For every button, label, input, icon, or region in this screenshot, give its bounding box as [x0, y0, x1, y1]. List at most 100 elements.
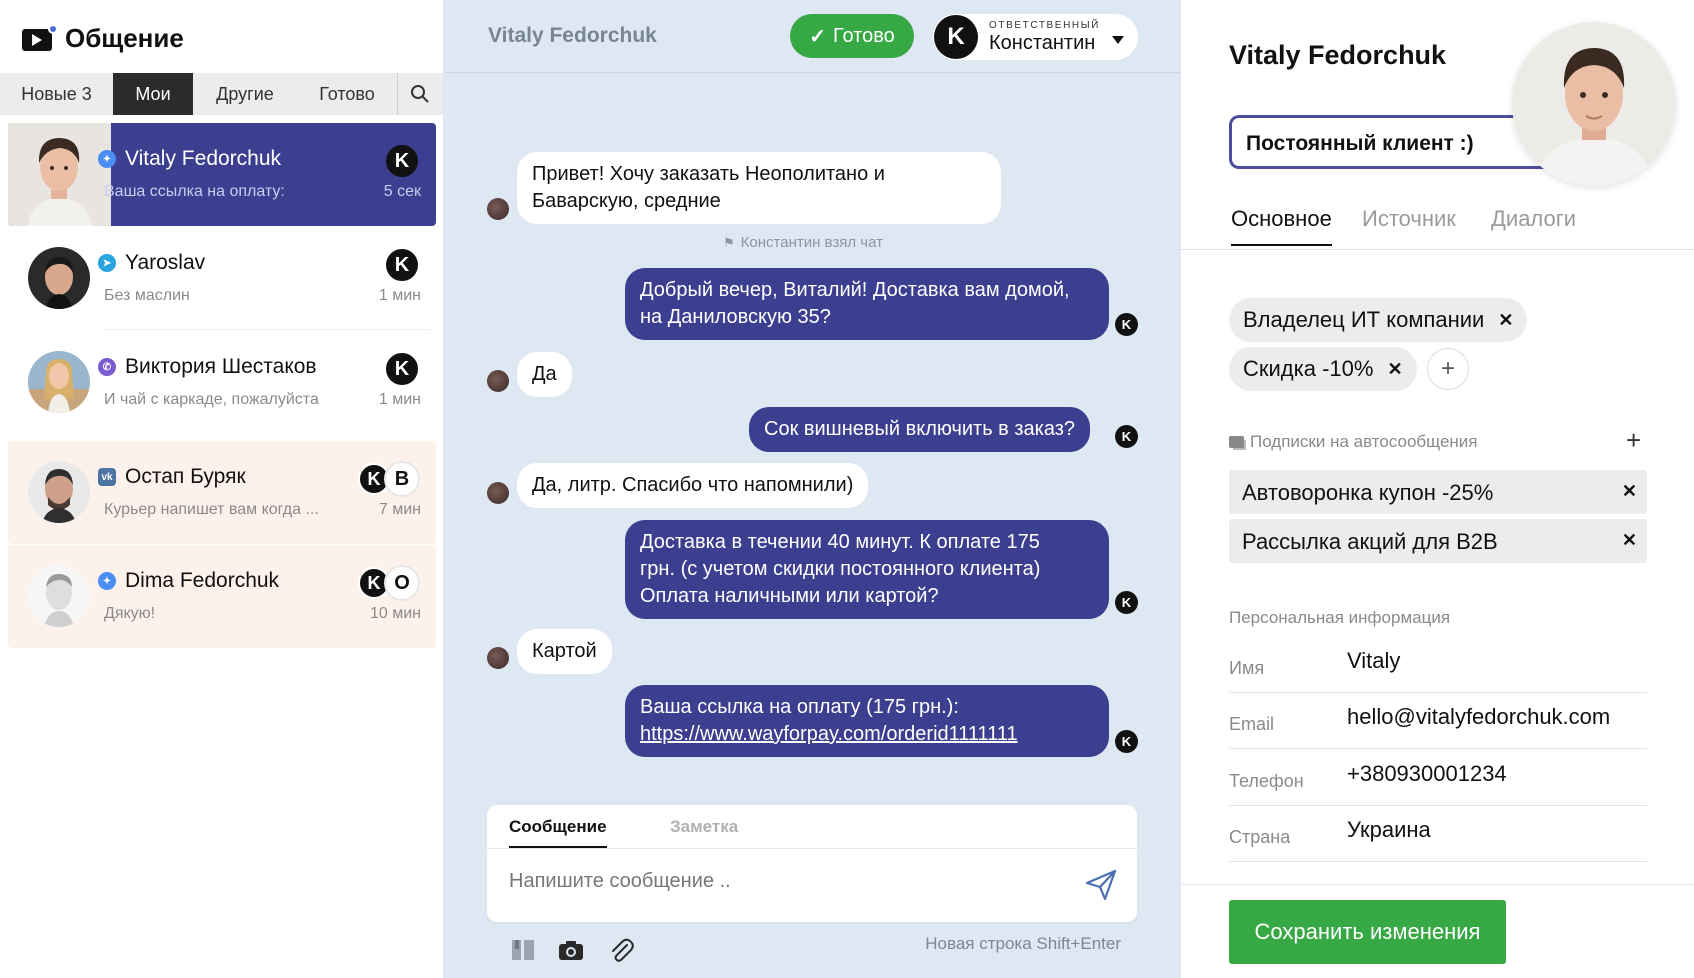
country-field[interactable]: [1347, 817, 1647, 843]
contact-details-panel: Vitaly Fedorchuk Постоянный клиент :) Ос…: [1181, 0, 1694, 978]
chat-name: Виктория Шестаков: [125, 355, 317, 378]
message-bubble-incoming: Привет! Хочу заказать Неополитано и Бава…: [517, 152, 1001, 224]
tab-new[interactable]: Новые 3: [0, 73, 113, 115]
subscriptions-title-text: Подписки на автосообщения: [1250, 432, 1478, 451]
app-title: Общение: [65, 22, 184, 53]
avatar: [28, 461, 90, 523]
messenger-icon: ✦: [98, 150, 116, 168]
avatar: [8, 123, 111, 226]
subscriptions-title: Подписки на автосообщения: [1229, 432, 1477, 452]
tag-chip[interactable]: Скидка -10% ✕: [1229, 347, 1417, 391]
save-button[interactable]: Сохранить изменения: [1229, 900, 1506, 964]
email-field[interactable]: [1347, 704, 1647, 730]
close-icon[interactable]: ✕: [1387, 359, 1402, 380]
conversation-header: Vitaly Fedorchuk ✓ Готово K ОТВЕТСТВЕННЫ…: [443, 0, 1181, 73]
divider: [1181, 884, 1694, 885]
field-label: Страна: [1229, 827, 1291, 847]
chat-preview: Дякую!: [104, 605, 156, 622]
message-input[interactable]: [509, 870, 1049, 893]
chat-list-item[interactable]: ✦ Dima Fedorchuk Дякую! 10 мин K O: [8, 545, 436, 648]
responsible-dropdown[interactable]: K ОТВЕТСТВЕННЫЙ Константин: [933, 14, 1138, 60]
payment-link[interactable]: https://www.wayforpay.com/orderid1111111: [640, 723, 1018, 745]
contact-avatar-small: [487, 647, 509, 669]
tab-note[interactable]: Заметка: [670, 817, 738, 837]
chat-list-item[interactable]: ➤ Yaroslav Без маслин 1 мин K: [8, 227, 436, 330]
field-label: Email: [1229, 714, 1275, 734]
viber-icon: ✆: [98, 358, 116, 376]
send-icon[interactable]: [1083, 867, 1119, 903]
avatar: [28, 351, 90, 413]
system-note: ⚑ Константин взял чат: [723, 234, 883, 251]
tab-message[interactable]: Сообщение: [509, 817, 607, 848]
attachment-icon[interactable]: [607, 936, 635, 964]
tab-done[interactable]: Готово: [297, 73, 397, 115]
name-field[interactable]: [1347, 648, 1647, 674]
chat-preview: Курьер напишет вам когда ...: [104, 501, 319, 518]
message-bubble-outgoing: Доставка в течении 40 минут. К оплате 17…: [625, 520, 1109, 619]
app-window: Общение Новые 3 Мои Другие Готово ✦ Vita…: [0, 0, 1694, 978]
tab-dialogs[interactable]: Диалоги: [1491, 206, 1576, 232]
message-text: Привет! Хочу заказать Неополитано и: [532, 163, 885, 185]
field-label: Имя: [1229, 658, 1265, 678]
search-icon: [410, 85, 429, 103]
chat-time: 7 мин: [378, 501, 421, 518]
check-icon: ✓: [809, 25, 826, 48]
operator-avatar-small: K: [1115, 730, 1138, 753]
contact-avatar-small: [487, 198, 509, 220]
tab-main[interactable]: Основное: [1231, 206, 1332, 246]
done-button-label: Готово: [833, 24, 895, 47]
chat-name: Vitaly Fedorchuk: [125, 147, 282, 170]
tab-mine[interactable]: Мои: [113, 73, 193, 115]
subscription-label: Автоворонка купон -25%: [1242, 480, 1494, 505]
message-bubble-outgoing: Сок вишневый включить в заказ?: [749, 407, 1091, 452]
chat-time: 10 мин: [369, 605, 421, 622]
chat-list-item[interactable]: ✦ Vitaly Fedorchuk Ваша ссылка на оплату…: [8, 123, 436, 226]
field-label: Телефон: [1229, 771, 1304, 791]
tab-source[interactable]: Источник: [1362, 206, 1456, 232]
close-icon[interactable]: ✕: [1622, 530, 1637, 551]
assignee-badge: O: [384, 565, 420, 601]
avatar: [28, 247, 90, 309]
close-icon[interactable]: ✕: [1622, 481, 1637, 502]
subscription-label: Рассылка акций для B2B: [1242, 529, 1498, 554]
message-bubble-incoming: Да, литр. Спасибо что напомнили): [517, 463, 869, 508]
message-text: Картой: [532, 640, 597, 662]
message-text: Да: [532, 363, 557, 385]
search-button[interactable]: [397, 73, 441, 115]
contact-avatar-small: [487, 370, 509, 392]
avatar: [28, 565, 90, 627]
status-field[interactable]: Постоянный клиент :): [1229, 115, 1549, 169]
phone-field[interactable]: [1347, 761, 1647, 787]
chat-time: 5 сек: [383, 183, 421, 200]
profile-tabs: Основное Источник Диалоги: [1181, 200, 1694, 250]
message-text: Добрый вечер, Виталий! Доставка вам домо…: [640, 279, 1070, 301]
assignee-badge: B: [384, 461, 420, 497]
chat-name: Остап Буряк: [125, 465, 246, 488]
message-composer: Сообщение Заметка: [487, 805, 1137, 922]
message-text: на Даниловскую 35?: [640, 306, 831, 328]
message-text: Да, литр. Спасибо что напомнили): [532, 474, 854, 496]
add-tag-button[interactable]: +: [1427, 348, 1469, 390]
chat-time: 1 мин: [378, 391, 421, 408]
chat-name: Yaroslav: [125, 251, 206, 274]
system-note-text: Константин взял чат: [740, 234, 883, 251]
message-bubble-incoming: Да: [517, 352, 572, 397]
field-email-row: Email: [1229, 694, 1647, 749]
add-subscription-button[interactable]: +: [1626, 425, 1641, 456]
assignee-badge: K: [384, 143, 420, 179]
chat-list-item[interactable]: vk Остап Буряк Курьер напишет вам когда …: [8, 441, 436, 544]
operator-avatar-small: K: [1115, 425, 1138, 448]
tab-others[interactable]: Другие: [193, 73, 297, 115]
logo-icon: [22, 24, 58, 52]
operator-avatar-small: K: [1115, 313, 1138, 336]
close-icon[interactable]: ✕: [1498, 310, 1513, 331]
message-bubble-outgoing: Ваша ссылка на оплату (175 грн.): https:…: [625, 685, 1109, 757]
done-button[interactable]: ✓ Готово: [790, 14, 914, 58]
tag-chip[interactable]: Владелец ИТ компании ✕: [1229, 298, 1528, 342]
templates-icon[interactable]: [509, 936, 537, 964]
chat-preview: Ваша ссылка на оплату:: [104, 183, 285, 200]
camera-icon[interactable]: [557, 936, 585, 964]
tag-label: Скидка -10%: [1243, 356, 1374, 381]
messenger-icon: ✦: [98, 572, 116, 590]
chat-list-item[interactable]: ✆ Виктория Шестаков И чай с каркаде, пож…: [8, 331, 436, 434]
